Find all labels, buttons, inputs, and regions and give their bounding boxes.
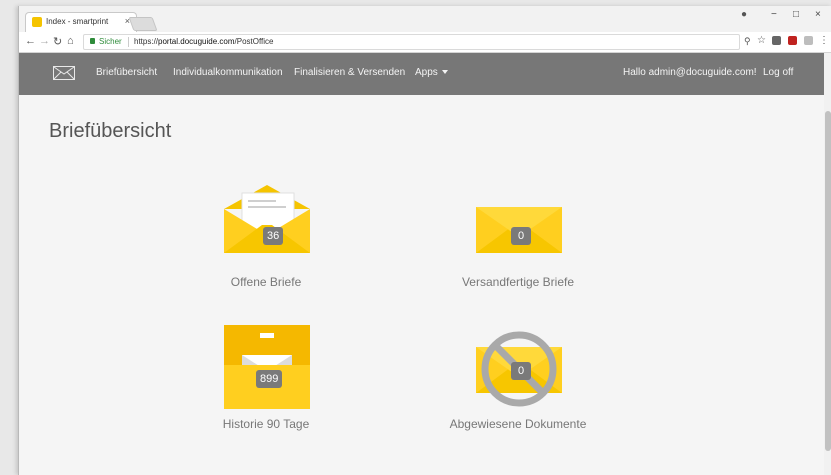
url-scheme: https:// <box>134 37 159 46</box>
tab-title: Index - smartprint <box>46 17 109 26</box>
tile-offene-briefe[interactable]: 36 Offene Briefe <box>176 185 356 305</box>
close-window-button[interactable]: × <box>815 9 821 20</box>
count-badge: 36 <box>263 227 284 245</box>
reload-icon[interactable]: ↻ <box>53 35 62 48</box>
count-badge: 0 <box>511 362 531 380</box>
nav-finalisieren-versenden[interactable]: Finalisieren & Versenden <box>294 67 405 78</box>
tile-label: Offene Briefe <box>230 275 302 289</box>
url-path: /PostOffice <box>234 37 274 46</box>
url-host: portal.docuguide.com <box>158 37 235 46</box>
zoom-icon[interactable]: ⚲ <box>744 36 751 47</box>
tile-historie[interactable]: 899 Historie 90 Tage <box>176 325 356 445</box>
menu-icon[interactable]: ⋮ <box>819 35 829 46</box>
favicon-icon <box>32 17 42 27</box>
nav-apps-label: Apps <box>415 67 438 78</box>
tab-bar: Index - smartprint × ● − □ × <box>19 6 831 32</box>
logoff-link[interactable]: Log off <box>763 67 793 78</box>
tile-label: Versandfertige Briefe <box>461 275 575 289</box>
scrollbar[interactable] <box>824 53 831 475</box>
account-icon[interactable]: ● <box>741 9 747 20</box>
url-input[interactable]: Sicher https://portal.docuguide.com/Post… <box>83 34 740 50</box>
logo-envelope-icon[interactable] <box>53 66 75 80</box>
nav-apps-dropdown[interactable]: Apps <box>415 67 448 78</box>
address-bar: ← → ↻ ⌂ Sicher https://portal.docuguide.… <box>19 32 831 53</box>
archive-box-icon <box>224 325 310 409</box>
scrollbar-thumb[interactable] <box>825 111 831 451</box>
count-badge: 0 <box>511 227 531 245</box>
secure-label: Sicher <box>99 37 122 46</box>
home-icon[interactable]: ⌂ <box>67 35 74 47</box>
back-icon[interactable]: ← <box>25 35 36 47</box>
bookmark-star-icon[interactable]: ☆ <box>757 35 766 46</box>
forward-icon[interactable]: → <box>39 35 50 47</box>
maximize-button[interactable]: □ <box>793 9 799 20</box>
lock-icon <box>90 38 95 44</box>
app-navbar: Briefübersicht Individualkommunikation F… <box>19 53 831 95</box>
page-title: Briefübersicht <box>49 120 172 142</box>
nav-brief-uebersicht[interactable]: Briefübersicht <box>96 67 157 78</box>
tile-label: Historie 90 Tage <box>222 417 310 431</box>
main-content: Briefübersicht 36 Offene Briefe 0 Versan <box>19 95 831 475</box>
browser-window: Index - smartprint × ● − □ × ← → ↻ ⌂ Sic… <box>18 6 831 475</box>
minimize-button[interactable]: − <box>771 9 777 20</box>
divider <box>128 37 129 47</box>
tile-abgewiesene-dokumente[interactable]: 0 Abgewiesene Dokumente <box>428 325 608 445</box>
url-text: https://portal.docuguide.com/PostOffice <box>134 37 274 46</box>
tile-versandfertige-briefe[interactable]: 0 Versandfertige Briefe <box>428 185 608 305</box>
tile-label: Abgewiesene Dokumente <box>449 417 587 431</box>
new-tab-button[interactable] <box>128 17 158 31</box>
nav-individualkommunikation[interactable]: Individualkommunikation <box>173 67 283 78</box>
browser-tab[interactable]: Index - smartprint × <box>25 12 137 32</box>
extension-2-icon[interactable] <box>804 36 813 45</box>
count-badge: 899 <box>256 370 283 388</box>
extension-icon[interactable] <box>772 36 781 45</box>
user-greeting[interactable]: Hallo admin@docuguide.com! <box>623 67 757 78</box>
pdf-extension-icon[interactable] <box>788 36 797 45</box>
chevron-down-icon <box>441 70 448 75</box>
